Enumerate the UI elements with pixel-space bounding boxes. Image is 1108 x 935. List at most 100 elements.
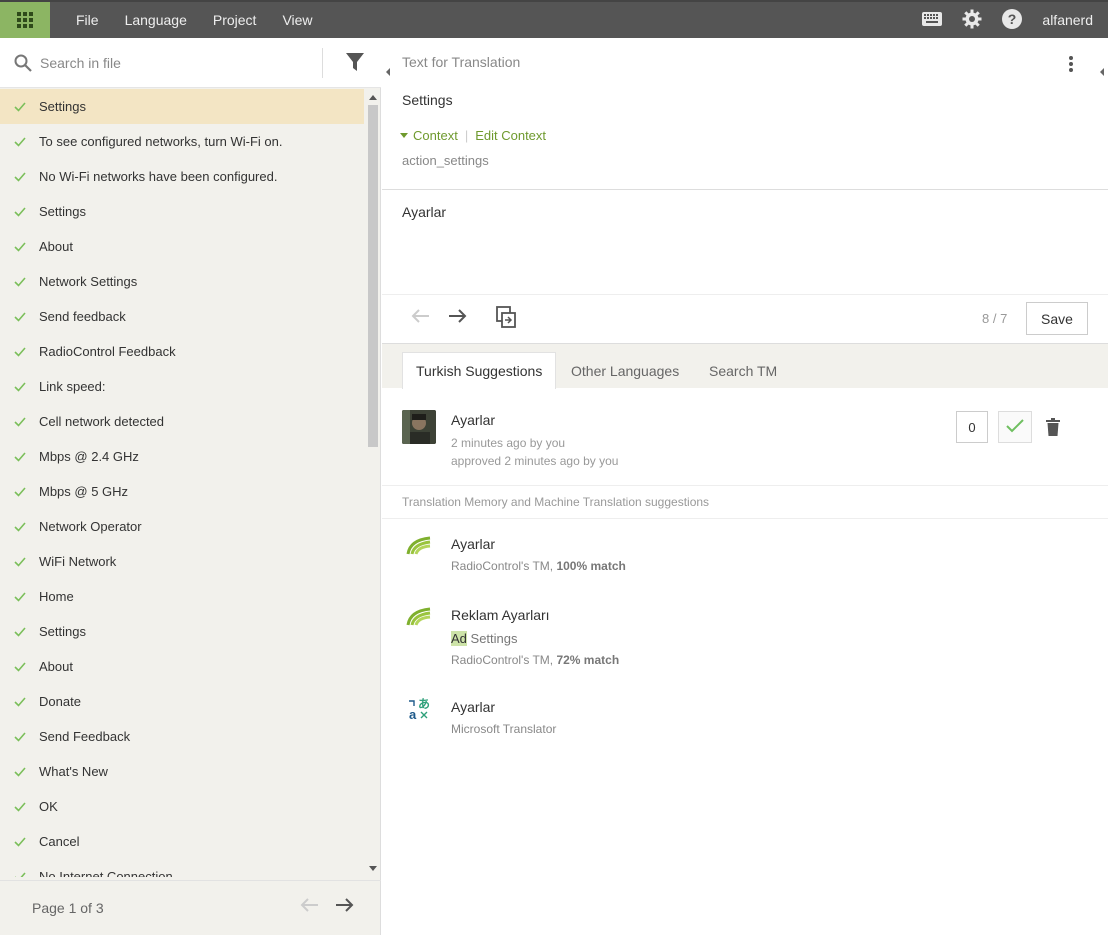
scroll-down-icon[interactable] <box>369 866 377 871</box>
string-list-item[interactable]: Link speed: <box>0 369 364 404</box>
tab-search-tm[interactable]: Search TM <box>696 352 790 389</box>
string-list-item[interactable]: About <box>0 649 364 684</box>
vote-count[interactable]: 0 <box>956 411 988 443</box>
translated-check-icon <box>14 521 26 532</box>
more-options-icon[interactable] <box>1068 55 1074 76</box>
translation-input[interactable]: Ayarlar <box>402 204 446 220</box>
string-list-item-label: RadioControl Feedback <box>39 344 176 359</box>
keyboard-icon[interactable] <box>922 11 943 29</box>
username[interactable]: alfanerd <box>1042 12 1093 28</box>
apps-grid-icon[interactable] <box>0 2 50 38</box>
svg-text:?: ? <box>1008 11 1017 27</box>
menu-view[interactable]: View <box>282 12 312 28</box>
string-list-item[interactable]: No Internet Connection <box>0 859 364 877</box>
divider <box>382 518 1108 519</box>
translated-check-icon <box>14 416 26 427</box>
string-list-item[interactable]: Cell network detected <box>0 404 364 439</box>
string-list-item-label: Settings <box>39 99 86 114</box>
collapse-left-icon[interactable] <box>382 56 394 88</box>
string-list-item[interactable]: OK <box>0 789 364 824</box>
string-list-item[interactable]: Settings <box>0 614 364 649</box>
string-list-item-label: Send Feedback <box>39 729 131 744</box>
tm-section-title: Translation Memory and Machine Translati… <box>402 495 710 509</box>
string-list-item[interactable]: Home <box>0 579 364 614</box>
suggestion-text[interactable]: Ayarlar <box>451 412 495 428</box>
string-list-item[interactable]: Mbps @ 5 GHz <box>0 474 364 509</box>
scroll-up-icon[interactable] <box>369 95 377 100</box>
translated-check-icon <box>14 451 26 462</box>
string-list-item[interactable]: Settings <box>0 194 364 229</box>
string-list-item-label: About <box>39 659 73 674</box>
previous-string-icon[interactable] <box>410 308 430 327</box>
suggestion-author: 2 minutes ago by you <box>451 436 566 450</box>
string-list-item-label: Mbps @ 5 GHz <box>39 484 129 499</box>
source-string: Settings <box>402 92 453 108</box>
gear-icon[interactable] <box>962 9 982 32</box>
string-list-item[interactable]: About <box>0 229 364 264</box>
suggestion-tabs: Turkish Suggestions Other Languages Sear… <box>382 343 1108 389</box>
string-list-item[interactable]: Network Operator <box>0 509 364 544</box>
translated-check-icon <box>14 661 26 672</box>
translated-check-icon <box>14 836 26 847</box>
search-input[interactable]: Search in file <box>40 55 121 71</box>
top-bar: File Language Project View ? alfanerd <box>0 0 1108 38</box>
expand-triangle-icon[interactable] <box>400 133 408 138</box>
string-list-item[interactable]: Donate <box>0 684 364 719</box>
tm-source: RadioControl's TM, 100% match <box>451 559 626 573</box>
string-list-item-label: Link speed: <box>39 379 106 394</box>
string-list-item-label: No Wi-Fi networks have been configured. <box>39 169 278 184</box>
string-list-item-label: Cell network detected <box>39 414 165 429</box>
scroll-thumb[interactable] <box>368 105 378 447</box>
string-list-item[interactable]: What's New <box>0 754 364 789</box>
string-list-item[interactable]: WiFi Network <box>0 544 364 579</box>
string-list-item[interactable]: Mbps @ 2.4 GHz <box>0 439 364 474</box>
suggestion-approval: approved 2 minutes ago by you <box>451 454 619 468</box>
save-button[interactable]: Save <box>1026 302 1088 335</box>
string-list-item-label: Donate <box>39 694 81 709</box>
tm-logo-icon <box>406 607 432 630</box>
context-value: action_settings <box>402 153 489 168</box>
string-list-item[interactable]: No Wi-Fi networks have been configured. <box>0 159 364 194</box>
filter-icon[interactable] <box>345 52 365 75</box>
tm-suggestion-text: Ayarlar <box>451 536 496 552</box>
string-list-item-label: WiFi Network <box>39 554 117 569</box>
scrollbar[interactable] <box>366 89 380 877</box>
divider <box>322 48 323 78</box>
tm-source: RadioControl's TM, 72% match <box>451 653 620 667</box>
string-list-item[interactable]: To see configured networks, turn Wi-Fi o… <box>0 124 364 159</box>
collapse-right-icon[interactable] <box>1096 56 1108 88</box>
next-string-icon[interactable] <box>448 308 468 327</box>
editor-panel: Text for Translation Settings Context | … <box>382 38 1108 935</box>
approve-button[interactable] <box>998 411 1032 443</box>
divider <box>382 189 1108 190</box>
translated-check-icon <box>14 171 26 182</box>
string-list-item[interactable]: Settings <box>0 89 364 124</box>
string-list-item-label: Network Settings <box>39 274 138 289</box>
search-icon <box>14 54 32 72</box>
tab-other-languages[interactable]: Other Languages <box>558 352 692 389</box>
translated-check-icon <box>14 381 26 392</box>
string-list-item[interactable]: Send Feedback <box>0 719 364 754</box>
source-header: Text for Translation <box>402 54 521 70</box>
string-list-item[interactable]: Send feedback <box>0 299 364 334</box>
pager: Page 1 of 3 <box>0 880 381 935</box>
context-toggle[interactable]: Context <box>413 128 458 143</box>
string-list-item[interactable]: Cancel <box>0 824 364 859</box>
prev-page-icon[interactable] <box>299 897 319 916</box>
string-list-item[interactable]: Network Settings <box>0 264 364 299</box>
tab-turkish-suggestions[interactable]: Turkish Suggestions <box>402 352 557 389</box>
menu-language[interactable]: Language <box>125 12 187 28</box>
copy-source-icon[interactable] <box>496 306 516 331</box>
trash-icon[interactable] <box>1046 418 1060 439</box>
menu-file[interactable]: File <box>76 12 99 28</box>
string-list-item[interactable]: RadioControl Feedback <box>0 334 364 369</box>
microsoft-translator-icon: aあ <box>408 697 432 724</box>
edit-context-link[interactable]: Edit Context <box>475 128 546 143</box>
translated-check-icon <box>14 206 26 217</box>
string-list: Settings To see configured networks, turn… <box>0 89 364 877</box>
page-indicator: Page 1 of 3 <box>32 900 104 916</box>
next-page-icon[interactable] <box>335 897 355 916</box>
divider: | <box>464 128 469 143</box>
menu-project[interactable]: Project <box>213 12 257 28</box>
help-icon[interactable]: ? <box>1002 8 1023 32</box>
